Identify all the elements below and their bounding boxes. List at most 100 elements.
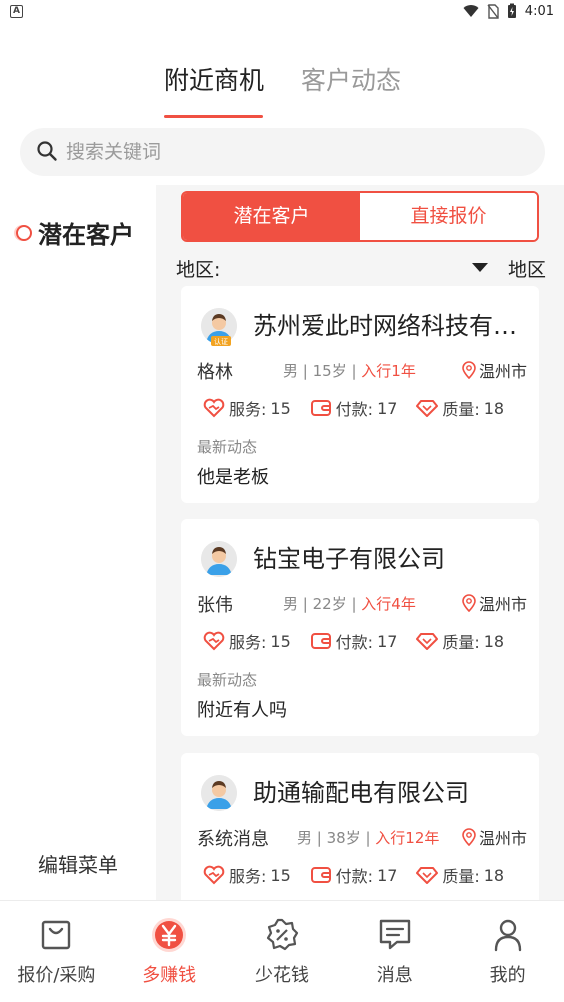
person-avatar-icon [201, 775, 237, 811]
payment-label: 付款: [335, 633, 374, 652]
age: 15岁 [312, 362, 347, 380]
gender: 男 [297, 829, 313, 847]
contact-meta: 男 | 22岁 | 入行4年 [283, 595, 416, 613]
rating-row: 服务: 15 付款: 17 质量: 18 [203, 630, 523, 652]
quality-rating: 质量: 18 [416, 397, 523, 419]
payment-rating: 付款: 17 [310, 864, 417, 886]
search-input[interactable] [66, 128, 526, 176]
battery-charging-icon [507, 3, 516, 18]
latest-activity-label: 最新动态 [197, 438, 258, 456]
nav-label: 少花钱 [254, 965, 309, 986]
experience: 入行4年 [361, 595, 416, 613]
no-sim-icon [487, 3, 499, 19]
left-category-menu: 潜在客户 编辑菜单 [0, 185, 156, 900]
dropdown-arrow-icon[interactable] [472, 263, 488, 272]
contact-row: 格林 男 | 15岁 | 入行1年 温州市 [197, 358, 527, 383]
wallet-icon [310, 400, 331, 416]
nav-label: 消息 [376, 965, 413, 986]
nav-profile[interactable]: 我的 [451, 901, 564, 1002]
active-tab-indicator [164, 115, 263, 118]
location: 温州市 [462, 591, 527, 615]
message-icon [379, 919, 410, 950]
service-value: 15 [270, 865, 291, 885]
discount-badge-icon [266, 918, 299, 951]
edit-menu-button[interactable]: 编辑菜单 [38, 849, 118, 878]
contact-meta: 男 | 38岁 | 入行12年 [297, 829, 440, 847]
status-icons: 4:01 [463, 3, 554, 19]
latest-activity-text: 他是老板 [197, 467, 269, 488]
contact-name: 格林 [197, 362, 233, 383]
location: 温州市 [462, 358, 527, 382]
segment-direct-quote[interactable]: 直接报价 [360, 193, 537, 240]
nav-label: 我的 [489, 965, 526, 986]
age: 38岁 [326, 829, 361, 847]
search-icon [37, 141, 57, 161]
person-avatar-icon [201, 541, 237, 577]
service-label: 服务: [229, 633, 267, 652]
customer-card[interactable]: 钻宝电子有限公司 张伟 男 | 22岁 | 入行4年 温州市 服务: 15 付款:… [181, 519, 539, 736]
diamond-icon [416, 867, 439, 884]
payment-rating: 付款: 17 [310, 630, 417, 652]
contact-name: 系统消息 [197, 829, 269, 850]
quality-label: 质量: [442, 633, 480, 652]
quality-value: 18 [483, 865, 505, 885]
payment-label: 付款: [335, 400, 374, 419]
nav-earn-more[interactable]: 多赚钱 [113, 901, 226, 1002]
diamond-icon [416, 400, 439, 417]
location-pin-icon [462, 828, 476, 846]
payment-value: 17 [377, 398, 398, 418]
service-label: 服务: [229, 867, 267, 886]
company-name: 钻宝电子有限公司 [253, 545, 445, 573]
search-bar[interactable] [20, 128, 545, 176]
service-label: 服务: [229, 400, 267, 419]
avatar [201, 775, 237, 811]
quality-rating: 质量: 18 [416, 864, 523, 886]
quality-rating: 质量: 18 [416, 630, 523, 652]
clock: 4:01 [524, 3, 554, 19]
city: 温州市 [478, 362, 527, 381]
quality-label: 质量: [442, 867, 480, 886]
service-value: 15 [270, 631, 291, 651]
nav-spend-less[interactable]: 少花钱 [226, 901, 339, 1002]
nav-label: 报价/采购 [17, 965, 96, 986]
quality-value: 18 [483, 398, 505, 418]
menu-item-label: 潜在客户 [38, 221, 134, 249]
segmented-control: 潜在客户 直接报价 [181, 191, 539, 242]
company-name: 苏州爱此时网络科技有… [253, 312, 517, 340]
rating-row: 服务: 15 付款: 17 质量: 18 [203, 397, 523, 419]
experience: 入行12年 [375, 829, 440, 847]
verified-badge-text: 认证 [214, 337, 228, 346]
city: 温州市 [478, 829, 527, 848]
bag-icon [42, 920, 71, 950]
segment-potential-customers[interactable]: 潜在客户 [183, 193, 360, 240]
service-rating: 服务: 15 [203, 864, 310, 886]
customer-card[interactable]: 助通输配电有限公司 系统消息 男 | 38岁 | 入行12年 温州市 服务: 15… [181, 753, 539, 900]
customer-card[interactable]: 认证 苏州爱此时网络科技有… 格林 男 | 15岁 | 入行1年 温州市 服务:… [181, 286, 539, 503]
company-name: 助通输配电有限公司 [253, 779, 469, 807]
region-filter-label: 地区: [176, 259, 221, 281]
location-pin-icon [462, 361, 476, 379]
contact-row: 系统消息 男 | 38岁 | 入行12年 温州市 [197, 825, 527, 850]
payment-rating: 付款: 17 [310, 397, 417, 419]
notification-a-icon: A [10, 5, 23, 18]
tab-nearby-opportunities[interactable]: 附近商机 [164, 64, 264, 98]
service-rating: 服务: 15 [203, 630, 310, 652]
nav-messages[interactable]: 消息 [338, 901, 451, 1002]
tab-customer-activity[interactable]: 客户动态 [301, 64, 401, 98]
region-select[interactable]: 地区 [508, 255, 546, 282]
contact-meta: 男 | 15岁 | 入行1年 [283, 362, 416, 380]
active-dot-icon [16, 224, 32, 241]
heart-handshake-icon [203, 398, 225, 418]
region-filter: 地区: 地区 [176, 255, 546, 281]
location-pin-icon [462, 594, 476, 612]
customer-list-panel: 潜在客户 直接报价 地区: 地区 认证 苏州爱此时网络科技有… 格林 男 | 1… [156, 185, 564, 900]
payment-label: 付款: [335, 867, 374, 886]
wallet-icon [310, 867, 331, 883]
experience: 入行1年 [361, 362, 416, 380]
quality-value: 18 [483, 631, 505, 651]
menu-item-potential-customers[interactable]: 潜在客户 [16, 215, 134, 250]
latest-activity-label: 最新动态 [197, 671, 258, 689]
nav-quote-purchase[interactable]: 报价/采购 [0, 901, 113, 1002]
heart-handshake-icon [203, 865, 225, 885]
service-rating: 服务: 15 [203, 397, 310, 419]
